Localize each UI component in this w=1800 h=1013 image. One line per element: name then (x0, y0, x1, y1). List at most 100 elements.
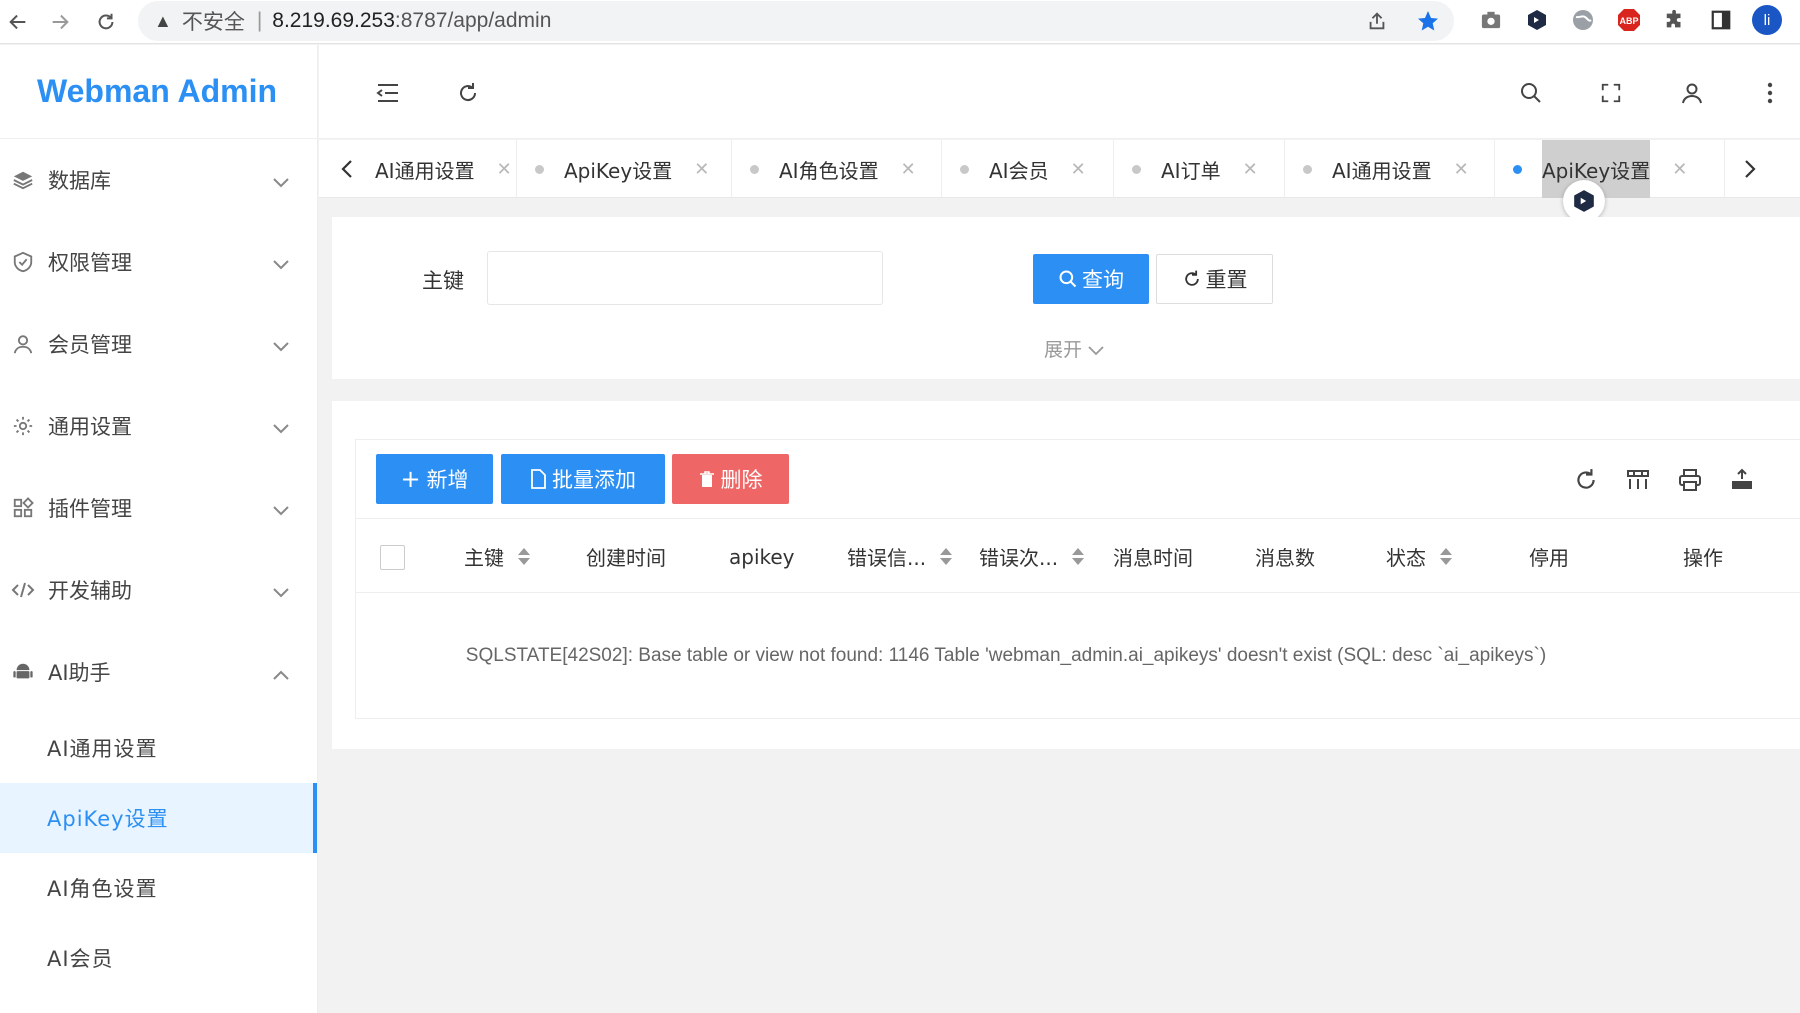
sort-icon[interactable] (1440, 548, 1452, 565)
add-button[interactable]: + 新增 (376, 454, 493, 504)
column-header-label: 消息时间 (1113, 546, 1193, 570)
sidebar-item-plugins[interactable]: 插件管理 (0, 467, 317, 549)
floating-extension-icon[interactable] (1563, 180, 1605, 222)
export-icon[interactable] (1727, 466, 1757, 494)
url-separator: | (256, 9, 263, 32)
tab-apikey-settings[interactable]: ApiKey设置 ✕ (517, 140, 732, 198)
chevron-up-icon (273, 661, 289, 685)
search-icon[interactable] (1516, 78, 1546, 108)
collapse-menu-icon[interactable] (373, 78, 403, 108)
batch-add-button[interactable]: 批量添加 (501, 454, 665, 504)
sidebar-item-database[interactable]: 数据库 (0, 139, 317, 221)
sidebar-subitem-ai-general-settings[interactable]: AI通用设置 (0, 713, 317, 783)
expand-toggle[interactable]: 展开 (1044, 335, 1104, 362)
forward-icon[interactable] (42, 4, 78, 40)
sidebar-item-label: 权限管理 (48, 251, 132, 275)
camera-icon[interactable] (1468, 0, 1514, 40)
close-icon[interactable]: ✕ (1243, 159, 1258, 180)
query-button[interactable]: 查询 (1033, 254, 1149, 304)
table-refresh-icon[interactable] (1571, 466, 1601, 494)
close-icon[interactable]: ✕ (694, 159, 709, 180)
plus-icon: + (400, 465, 421, 493)
puzzle-icon[interactable] (1652, 0, 1698, 40)
close-icon[interactable]: ✕ (901, 159, 916, 180)
chevron-down-icon (273, 333, 289, 357)
more-vertical-icon[interactable] (1755, 78, 1785, 108)
column-header-primary-key[interactable]: 主键 (464, 519, 530, 594)
chevron-down-icon (273, 497, 289, 521)
sidebar-subitem-apikey-settings[interactable]: ApiKey设置 (0, 783, 317, 853)
sidebar-item-dev-tools[interactable]: 开发辅助 (0, 549, 317, 631)
refresh-icon[interactable] (453, 78, 483, 108)
primary-key-label: 主键 (422, 269, 464, 293)
primary-key-input[interactable] (487, 251, 883, 305)
back-icon[interactable] (0, 4, 36, 40)
column-header-error-info[interactable]: 错误信... (847, 519, 953, 594)
chevron-down-icon (273, 579, 289, 603)
sidebar-item-members[interactable]: 会员管理 (0, 303, 317, 385)
column-header-label: 状态 (1386, 546, 1426, 570)
tab-scroll-left-icon[interactable] (319, 140, 375, 198)
close-icon[interactable]: ✕ (1454, 159, 1469, 180)
column-header-actions: 操作 (1683, 519, 1723, 594)
tab-ai-general-settings[interactable]: AI通用设置 ✕ (375, 140, 517, 198)
column-header-error-count[interactable]: 错误次... (979, 519, 1085, 594)
tab-ai-members[interactable]: AI会员 ✕ (942, 140, 1114, 198)
chevron-down-icon (273, 251, 289, 275)
file-icon (531, 469, 546, 489)
data-table: + 新增 批量添加 删除 主键 创建时间 apikey 错误信... 错误次..… (355, 439, 1800, 719)
profile-avatar[interactable]: li (1744, 0, 1790, 40)
close-icon[interactable]: ✕ (1071, 159, 1086, 180)
sort-icon[interactable] (518, 548, 530, 565)
reload-icon[interactable] (88, 4, 124, 40)
sidebar-item-ai-assistant[interactable]: AI助手 (0, 631, 317, 713)
tab-status-dot (1132, 164, 1141, 174)
reset-button[interactable]: 重置 (1156, 254, 1273, 304)
close-icon[interactable]: ✕ (497, 159, 512, 180)
svg-text:ABP: ABP (1619, 16, 1638, 26)
sidebar-item-label: AI助手 (48, 661, 111, 685)
tab-ai-orders[interactable]: AI订单 ✕ (1114, 140, 1285, 198)
fullscreen-icon[interactable] (1596, 78, 1626, 108)
share-icon[interactable] (1366, 10, 1388, 32)
globe-icon[interactable] (1560, 0, 1606, 40)
tab-scroll-right-icon[interactable] (1722, 140, 1778, 198)
sidebar-item-general-settings[interactable]: 通用设置 (0, 385, 317, 467)
print-icon[interactable] (1675, 466, 1705, 494)
sidebar-subitem-ai-members[interactable]: AI会员 (0, 923, 317, 993)
column-header-label: 停用 (1529, 546, 1569, 570)
user-profile-icon[interactable] (1677, 78, 1707, 108)
sidebar-item-label: 数据库 (48, 169, 111, 193)
close-icon[interactable]: ✕ (1672, 159, 1687, 180)
column-header-status[interactable]: 状态 (1386, 519, 1452, 594)
adblock-icon[interactable]: ABP (1606, 0, 1652, 40)
column-header-label: 消息数 (1255, 546, 1315, 570)
tab-ai-role-settings[interactable]: AI角色设置 ✕ (732, 140, 942, 198)
select-all-checkbox[interactable] (380, 545, 405, 570)
column-header-label: apikey (729, 544, 795, 569)
tab-status-dot (1513, 164, 1522, 174)
columns-icon[interactable] (1623, 466, 1653, 494)
column-header-apikey: apikey (729, 519, 795, 594)
tab-ai-general-settings-2[interactable]: AI通用设置 ✕ (1285, 140, 1495, 198)
tab-apikey-settings-active[interactable]: ApiKey设置 ✕ (1495, 140, 1725, 198)
column-header-message-count: 消息数 (1255, 519, 1315, 594)
side-panel-icon[interactable] (1698, 0, 1744, 40)
column-header-message-time: 消息时间 (1113, 519, 1193, 594)
sidebar-item-permissions[interactable]: 权限管理 (0, 221, 317, 303)
bookmark-star-icon[interactable] (1416, 9, 1440, 33)
extension-hex-icon[interactable] (1514, 0, 1560, 40)
app-logo-title[interactable]: Webman Admin (0, 45, 317, 139)
sidebar-item-label: 通用设置 (48, 415, 132, 439)
sort-icon[interactable] (940, 548, 953, 565)
address-bar[interactable]: ▲ 不安全 | 8.219.69.253:8787/app/admin (138, 1, 1454, 41)
table-error-message: SQLSTATE[42S02]: Base table or view not … (465, 645, 1547, 666)
user-icon (10, 331, 36, 357)
tab-status-dot (960, 164, 969, 174)
tab-label: AI订单 (1161, 158, 1221, 183)
delete-button[interactable]: 删除 (672, 454, 789, 504)
sidebar-subitem-ai-role-settings[interactable]: AI角色设置 (0, 853, 317, 923)
tab-label: AI通用设置 (375, 158, 475, 183)
sort-icon[interactable] (1072, 548, 1085, 565)
tab-status-dot (1303, 164, 1312, 174)
